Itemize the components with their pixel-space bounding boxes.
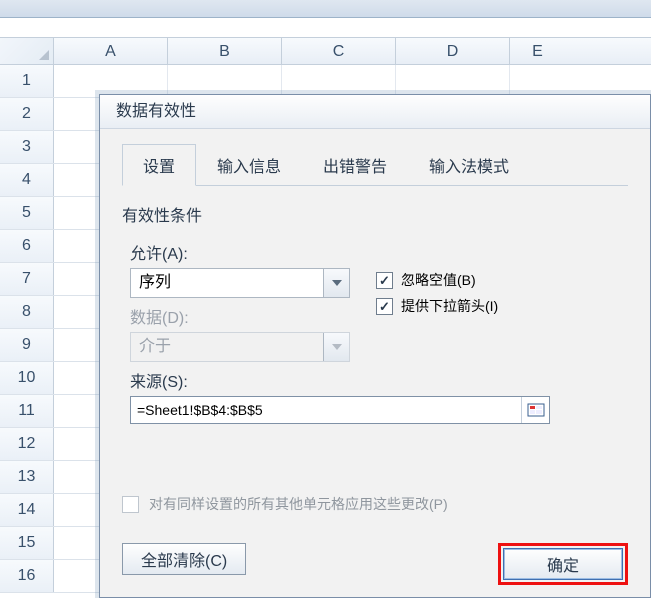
row-header[interactable]: 16 (0, 560, 54, 592)
cell[interactable] (54, 65, 168, 97)
select-all-corner[interactable] (0, 38, 54, 64)
tab-input-message[interactable]: 输入信息 (196, 144, 302, 186)
allow-label: 允许(A): (130, 240, 352, 264)
allow-combobox[interactable]: 序列 (130, 268, 350, 298)
data-label: 数据(D): (130, 304, 352, 328)
data-value: 介于 (131, 333, 323, 361)
tab-ime-mode[interactable]: 输入法模式 (408, 144, 530, 186)
tab-error-alert[interactable]: 出错警告 (302, 144, 408, 186)
in-cell-dropdown-checkbox[interactable]: 提供下拉箭头(I) (376, 296, 628, 316)
row-header[interactable]: 4 (0, 164, 54, 196)
checkbox-icon (376, 298, 393, 315)
col-header-C[interactable]: C (282, 38, 396, 64)
row-header[interactable]: 15 (0, 527, 54, 559)
cell[interactable] (396, 65, 510, 97)
col-header-B[interactable]: B (168, 38, 282, 64)
dropdown-arrow-label: 提供下拉箭头(I) (401, 296, 498, 316)
chevron-down-icon (323, 333, 349, 361)
row-header[interactable]: 11 (0, 395, 54, 427)
source-input-wrap (130, 396, 550, 424)
dialog-button-bar: 全部清除(C) 确定 (122, 543, 628, 585)
checkbox-icon (376, 272, 393, 289)
row-header[interactable]: 6 (0, 230, 54, 262)
data-combobox: 介于 (130, 332, 350, 362)
row-header[interactable]: 7 (0, 263, 54, 295)
col-header-E[interactable]: E (510, 38, 565, 64)
apply-to-others-checkbox: 对有同样设置的所有其他单元格应用这些更改(P) (122, 494, 628, 514)
col-header-A[interactable]: A (54, 38, 168, 64)
row-header[interactable]: 13 (0, 461, 54, 493)
ribbon-sliver (0, 0, 651, 18)
row-header[interactable]: 5 (0, 197, 54, 229)
data-validation-dialog: 数据有效性 设置 输入信息 出错警告 输入法模式 有效性条件 允许(A): 序列… (99, 94, 651, 598)
row-header[interactable]: 9 (0, 329, 54, 361)
source-input[interactable] (131, 402, 521, 418)
formula-bar-area (0, 18, 651, 37)
source-label: 来源(S): (130, 368, 628, 392)
row-header[interactable]: 2 (0, 98, 54, 130)
ok-button[interactable]: 确定 (503, 548, 623, 580)
range-selector-icon[interactable] (521, 397, 549, 423)
col-header-D[interactable]: D (396, 38, 510, 64)
validation-criteria-group: 有效性条件 允许(A): 序列 数据(D): 介于 (122, 202, 628, 514)
row-header[interactable]: 1 (0, 65, 54, 97)
dialog-title: 数据有效性 (100, 95, 650, 129)
row-header[interactable]: 10 (0, 362, 54, 394)
checkbox-icon (122, 496, 139, 513)
ignore-blank-label: 忽略空值(B) (401, 270, 476, 290)
apply-to-others-label: 对有同样设置的所有其他单元格应用这些更改(P) (149, 494, 448, 514)
row-header[interactable]: 14 (0, 494, 54, 526)
tab-settings[interactable]: 设置 (122, 144, 196, 186)
cell[interactable] (282, 65, 396, 97)
column-header-row: A B C D E (0, 37, 651, 65)
criteria-group-title: 有效性条件 (122, 202, 628, 226)
row-header[interactable]: 3 (0, 131, 54, 163)
chevron-down-icon[interactable] (323, 269, 349, 297)
clear-all-button[interactable]: 全部清除(C) (122, 543, 246, 575)
cell[interactable] (168, 65, 282, 97)
allow-value: 序列 (131, 269, 323, 297)
dialog-tabs: 设置 输入信息 出错警告 输入法模式 (122, 143, 628, 186)
row-header[interactable]: 12 (0, 428, 54, 460)
ok-highlight: 确定 (498, 543, 628, 585)
ignore-blank-checkbox[interactable]: 忽略空值(B) (376, 270, 628, 290)
row-header[interactable]: 8 (0, 296, 54, 328)
